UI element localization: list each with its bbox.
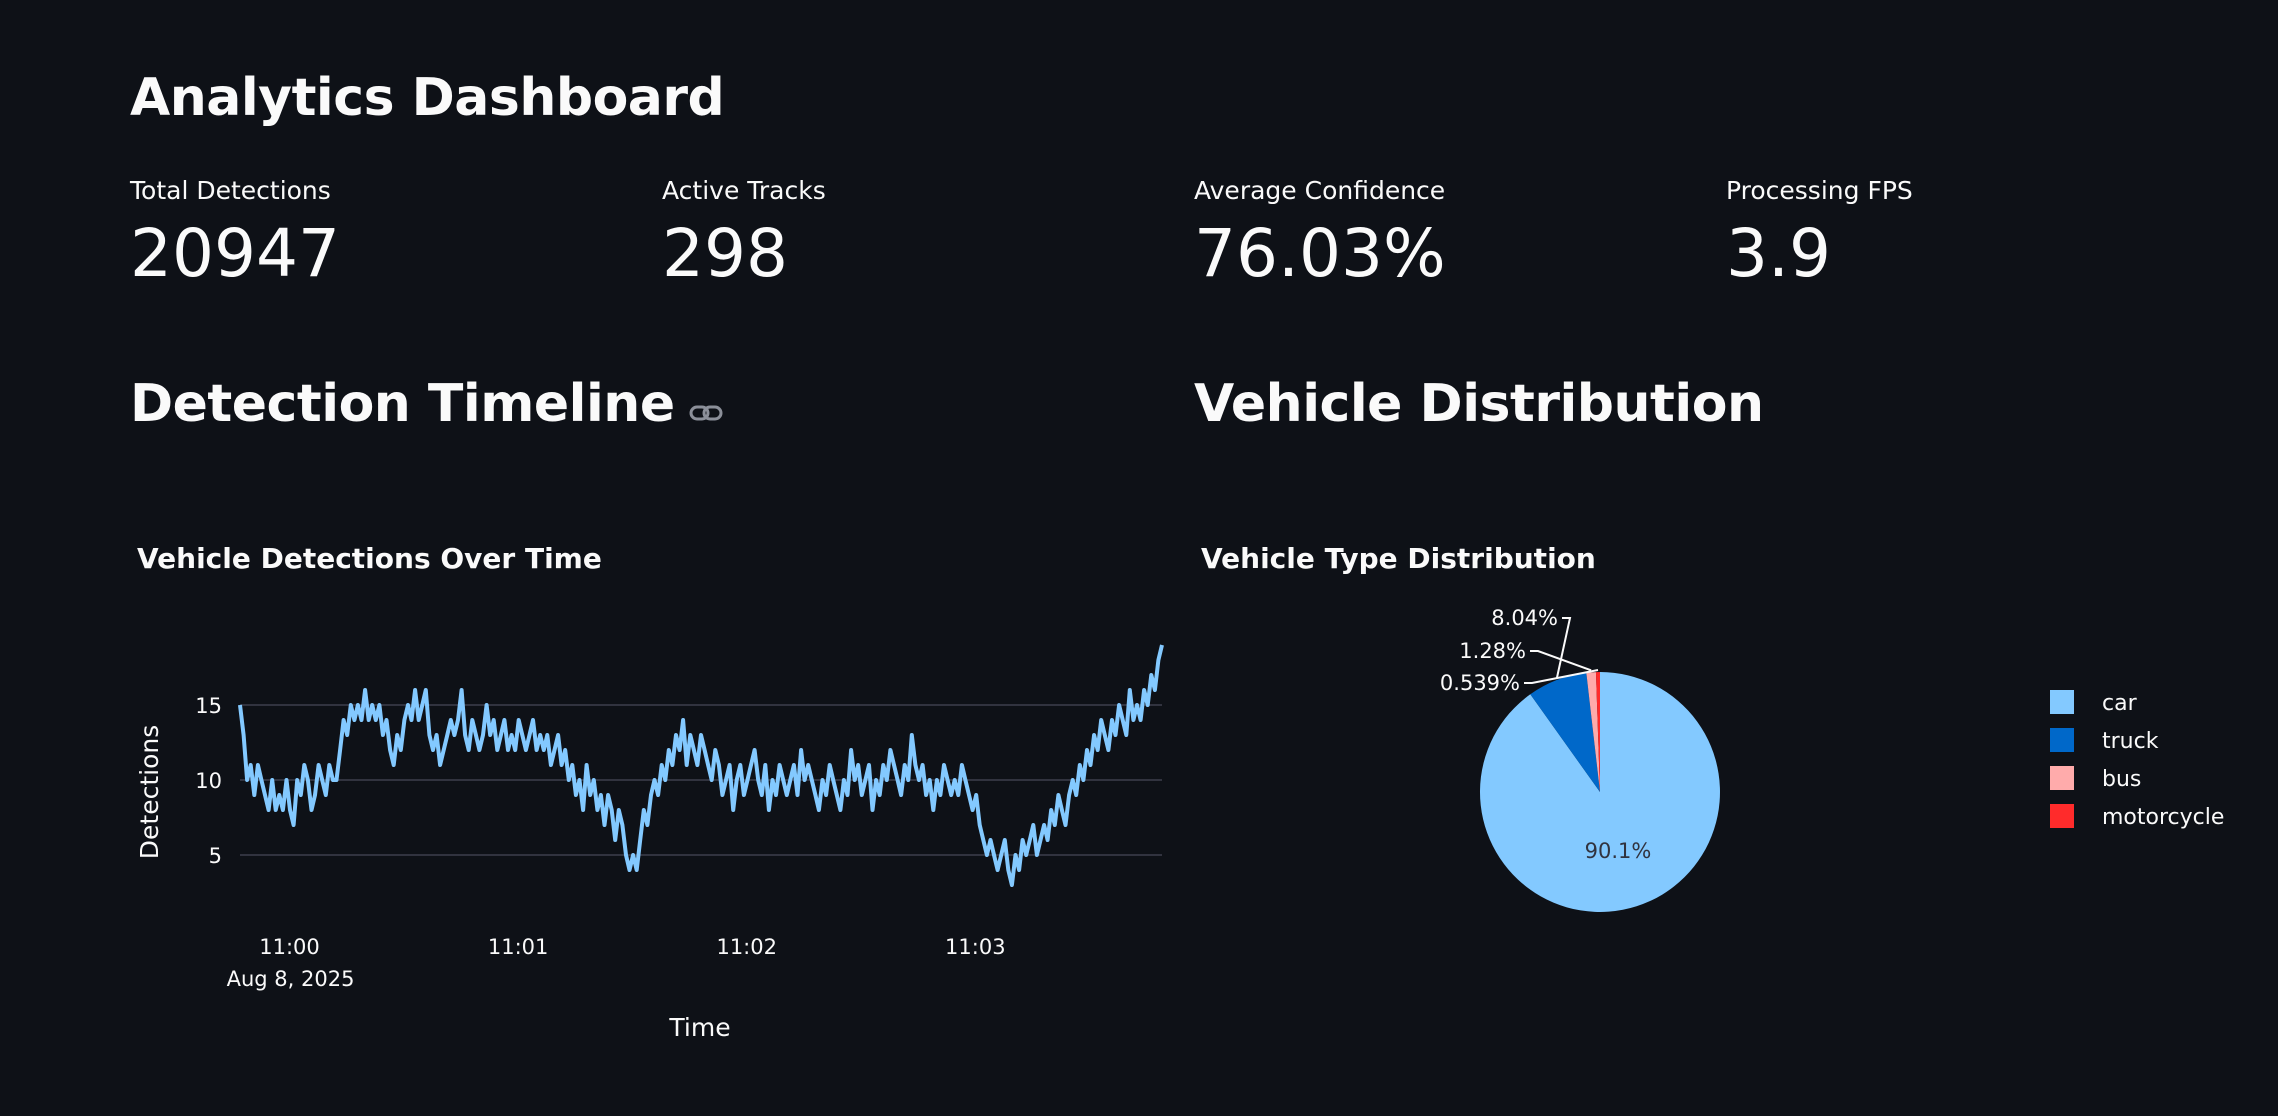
slice-label: 90.1% [1585,839,1652,863]
x-tick-label: 11:01 [488,935,549,959]
slice-label: 0.539% [1440,671,1520,695]
series-line [238,644,1164,887]
x-axis-label: Time [668,1013,730,1042]
slice-label: 1.28% [1459,639,1526,663]
legend-label-motorcycle: motorcycle [2102,805,2224,830]
leader-line [1555,617,1572,679]
x-tick-label: 11:02 [716,935,777,959]
x-tick-sublabel: Aug 8, 2025 [227,967,355,991]
legend-swatch-motorcycle [2050,804,2074,828]
legend-label-car: car [2102,691,2138,716]
y-tick-label: 15 [195,694,222,718]
x-tick-label: 11:00 [259,935,320,959]
legend-swatch-truck [2050,728,2074,752]
y-axis-label: Detections [135,725,164,859]
y-tick-label: 5 [209,844,222,868]
pie-chart[interactable]: 90.1% 8.04% 1.28% 0.539% [1440,606,1720,913]
y-tick-label: 10 [195,769,222,793]
line-chart[interactable]: 5 10 15 11:00 Aug 8, 2025 11:01 11:02 11:03 Tim… [0,0,2278,1116]
slice-label: 8.04% [1491,606,1558,630]
legend-swatch-car [2050,690,2074,714]
x-tick-label: 11:03 [945,935,1006,959]
pie-legend: car truck bus motorcycle [2050,690,2224,830]
legend-swatch-bus [2050,766,2074,790]
legend-label-bus: bus [2102,767,2141,792]
legend-label-truck: truck [2102,729,2159,754]
